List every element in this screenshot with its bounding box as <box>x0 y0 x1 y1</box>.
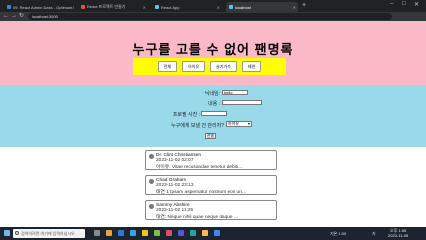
file-explorer-icon[interactable] <box>106 230 112 236</box>
recipient-select-value: 아이유 <box>228 121 240 126</box>
filter-seulgi-button[interactable]: 슬기가수 <box>210 61 237 72</box>
app-icon[interactable] <box>190 230 196 236</box>
tab-react-project[interactable]: React 프로젝트 만들기 ✕ <box>78 2 148 12</box>
page-title: 누구를 고를 수 없어 팬명록 <box>132 42 294 57</box>
profile-label: 프로필 사진 : <box>172 112 200 118</box>
avatar <box>149 204 154 209</box>
tab-label: 09. React Admin Dass - Optimum <box>13 4 73 10</box>
search-icon <box>15 231 19 235</box>
taskbar-search-box[interactable]: 검색하려면 여기에 입력하십시오. <box>13 229 85 238</box>
filter-all-button[interactable]: 전체 <box>157 61 178 72</box>
vscode-icon[interactable] <box>130 230 136 236</box>
forward-icon[interactable]: → <box>11 13 17 20</box>
chevron-down-icon: ▾ <box>247 121 250 126</box>
windows-start-icon[interactable] <box>4 230 10 236</box>
maximize-icon[interactable]: □ <box>402 1 406 7</box>
avatar <box>149 154 154 159</box>
close-icon[interactable]: ✕ <box>143 5 146 10</box>
comment-message: 태연: Neque nihil quae neque itaque ... <box>156 215 238 220</box>
reload-icon[interactable]: ↻ <box>19 13 24 20</box>
nickname-label: 닉네임: <box>204 91 220 97</box>
recipient-label: 누구에게 보낼 건 관리자? <box>171 123 224 129</box>
page-viewport: 누구를 고를 수 없어 팬명록 전체 아이유 슬기가수 태연 닉네임: hell… <box>0 21 426 227</box>
back-icon[interactable]: ← <box>3 13 9 20</box>
filter-taeyeon-button[interactable]: 태연 <box>241 61 262 72</box>
app-icon[interactable] <box>166 230 172 236</box>
comment-card: Dr. Clint Christiansen 2023-11-02 02:07 … <box>145 150 277 170</box>
minimize-icon[interactable]: – <box>390 1 393 7</box>
url-bar[interactable]: localhost:3000 <box>28 13 392 20</box>
url-text: localhost:3000 <box>32 14 58 19</box>
task-view-icon[interactable] <box>94 230 100 236</box>
edge-icon[interactable] <box>118 230 124 236</box>
tab-favicon-icon <box>81 5 85 9</box>
nickname-input[interactable]: hello <box>222 90 248 95</box>
recipient-select[interactable]: 아이유 ▾ <box>226 121 252 127</box>
taskbar: 검색하려면 여기에 입력하십시오. 기온 1:00 가 오후 1:55 2023… <box>0 227 426 240</box>
close-icon[interactable]: ✕ <box>293 5 296 10</box>
tab-localhost[interactable]: localhost ✕ <box>226 2 298 12</box>
weather-text[interactable]: 기온 1:00 <box>330 231 346 237</box>
app-icon[interactable] <box>214 230 220 236</box>
new-tab-button[interactable]: + <box>302 2 306 10</box>
content-input[interactable] <box>222 100 262 105</box>
ime-indicator[interactable]: 가 <box>372 231 376 237</box>
app-icon[interactable] <box>178 230 184 236</box>
browser-tab-bar: 09. React Admin Dass - Optimum ✕ React 프… <box>0 0 426 12</box>
comment-message: 아이유: Vitae recusandae tenetur debiti... <box>156 165 243 170</box>
close-icon[interactable]: ✕ <box>72 5 74 10</box>
tab-favicon-icon <box>229 5 233 9</box>
tab-react-admin[interactable]: 09. React Admin Dass - Optimum ✕ <box>4 2 74 12</box>
app-icon[interactable] <box>202 230 208 236</box>
filter-nav: 전체 아이유 슬기가수 태연 <box>133 58 286 75</box>
app-icon[interactable] <box>154 230 160 236</box>
filter-iu-button[interactable]: 아이유 <box>182 61 206 72</box>
chrome-icon[interactable] <box>142 230 148 236</box>
address-bar-area: ← → ↻ localhost:3000 <box>0 12 426 21</box>
close-window-icon[interactable]: ✕ <box>414 1 419 8</box>
comment-message: 태연 1 Ipsam aspernatur nostrum eos un... <box>156 190 246 195</box>
profile-input[interactable] <box>201 111 227 116</box>
avatar <box>149 179 154 184</box>
tab-favicon-icon <box>155 5 159 9</box>
tab-favicon-icon <box>7 5 11 9</box>
guestbook-form: 닉네임: hello 내용 : 프로필 사진 : 누구에게 보낼 건 관리자? … <box>0 85 426 147</box>
submit-button[interactable]: 전송 <box>205 133 216 139</box>
clock-date[interactable]: 2023-11-05 <box>388 233 408 238</box>
comment-card: Chad Graham 2023-11-02 23:13 태연 1 Ipsam … <box>145 175 277 195</box>
tab-label: React App <box>161 4 180 10</box>
header-section: 누구를 고를 수 없어 팬명록 전체 아이유 슬기가수 태연 <box>0 21 426 85</box>
close-icon[interactable]: ✕ <box>217 5 220 10</box>
tab-react-app[interactable]: React App ✕ <box>152 2 222 12</box>
tab-label: React 프로젝트 만들기 <box>87 4 126 9</box>
content-label: 내용 : <box>208 101 220 107</box>
taskbar-search-placeholder: 검색하려면 여기에 입력하십시오. <box>21 231 76 236</box>
comment-card: Sammy Abshire 2023-11-02 11:25 태연: Neque… <box>145 200 277 220</box>
tab-label: localhost <box>235 4 251 10</box>
